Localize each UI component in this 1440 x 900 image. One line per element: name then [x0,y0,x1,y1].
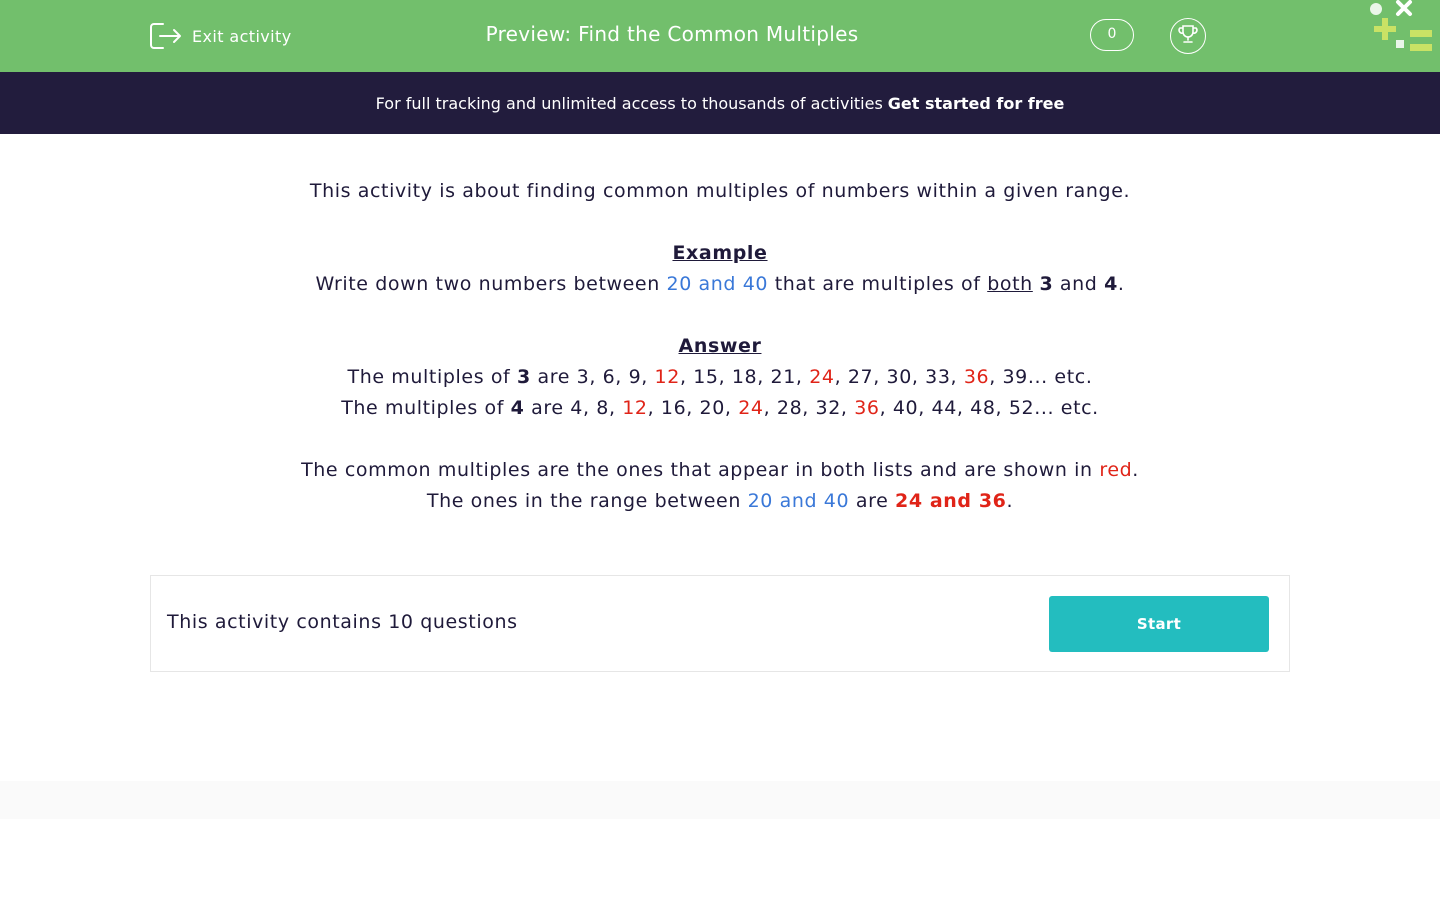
top-bar: Exit activity Preview: Find the Common M… [0,0,1440,72]
range-answer-line: The ones in the range between 20 and 40 … [426,490,1014,512]
activity-intro: This activity is about finding common mu… [0,176,1440,517]
multiples-of-3-line: The multiples of 3 are 3, 6, 9, 12, 15, … [347,366,1093,388]
score-badge: 0 [1090,19,1134,51]
banner-text: For full tracking and unlimited access t… [375,93,883,113]
intro-text: This activity is about finding common mu… [309,180,1131,202]
trophy-button[interactable] [1170,18,1206,54]
footer-strip [0,781,1440,819]
multiples-of-4-line: The multiples of 4 are 4, 8, 12, 16, 20,… [341,397,1099,419]
example-question: Write down two numbers between 20 and 40… [315,273,1125,295]
trophy-icon [1177,23,1199,49]
example-heading: Example [672,242,768,264]
start-button[interactable]: Start [1049,596,1269,652]
start-panel: This activity contains 10 questions Star… [150,575,1290,672]
answer-heading: Answer [678,335,762,357]
get-started-link[interactable]: Get started for free [888,94,1065,113]
brand-logo-icon [1360,0,1440,60]
page-title: Preview: Find the Common Multiples [485,22,859,46]
question-count-text: This activity contains 10 questions [167,611,518,633]
common-multiples-line: The common multiples are the ones that a… [301,459,1139,481]
upgrade-banner: For full tracking and unlimited access t… [0,72,1440,134]
